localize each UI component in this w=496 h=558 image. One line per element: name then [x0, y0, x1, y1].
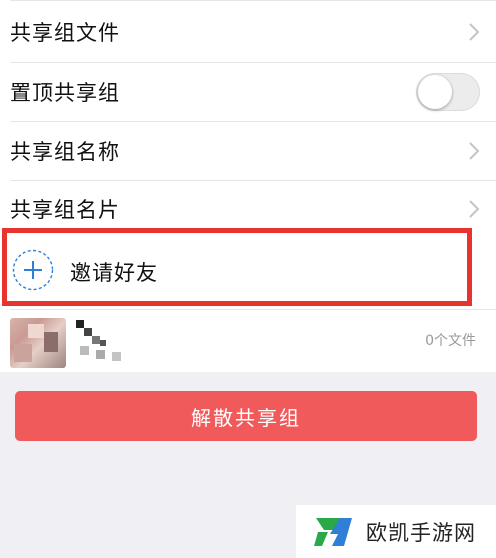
row-group-card-label: 共享组名片 — [10, 198, 120, 222]
row-shared-files-label: 共享组文件 — [10, 21, 120, 45]
avatar-pixel — [28, 324, 44, 338]
watermark-text: 欧凯手游网 — [366, 520, 476, 545]
pixel-block — [76, 320, 84, 328]
pixel-block — [92, 336, 100, 344]
avatar[interactable] — [10, 318, 66, 368]
avatar-pixel — [44, 332, 58, 352]
row-shared-files[interactable]: 共享组文件 — [0, 2, 496, 62]
pixel-block — [84, 328, 92, 336]
pixel-block — [80, 346, 89, 355]
top-divider — [10, 0, 496, 1]
chevron-right-icon — [469, 200, 480, 218]
row-group-name-label: 共享组名称 — [10, 140, 120, 164]
chevron-right-icon — [469, 23, 480, 41]
highlight-box — [2, 228, 472, 306]
chevron-right-icon — [469, 142, 480, 160]
settings-card: 共享组文件 置顶共享组 共享组名称 共享组名片 邀请好友 0个文件 — [0, 0, 496, 372]
row-pin-group: 置顶共享组 — [0, 63, 496, 121]
pin-group-toggle[interactable] — [416, 73, 480, 111]
row-divider — [10, 309, 496, 310]
dissolve-group-label: 解散共享组 — [191, 405, 301, 430]
dissolve-group-button[interactable]: 解散共享组 — [15, 391, 477, 441]
row-group-name[interactable]: 共享组名称 — [0, 122, 496, 180]
avatar-pixel — [14, 344, 32, 362]
pixel-block — [96, 350, 105, 359]
file-count: 0个文件 — [425, 333, 476, 349]
okhand-logo-icon — [314, 517, 352, 546]
watermark: 欧凯手游网 — [296, 505, 496, 558]
pixel-block — [112, 352, 121, 361]
toggle-knob — [418, 75, 452, 109]
row-pin-group-label: 置顶共享组 — [10, 81, 120, 105]
pixel-block — [100, 340, 106, 346]
